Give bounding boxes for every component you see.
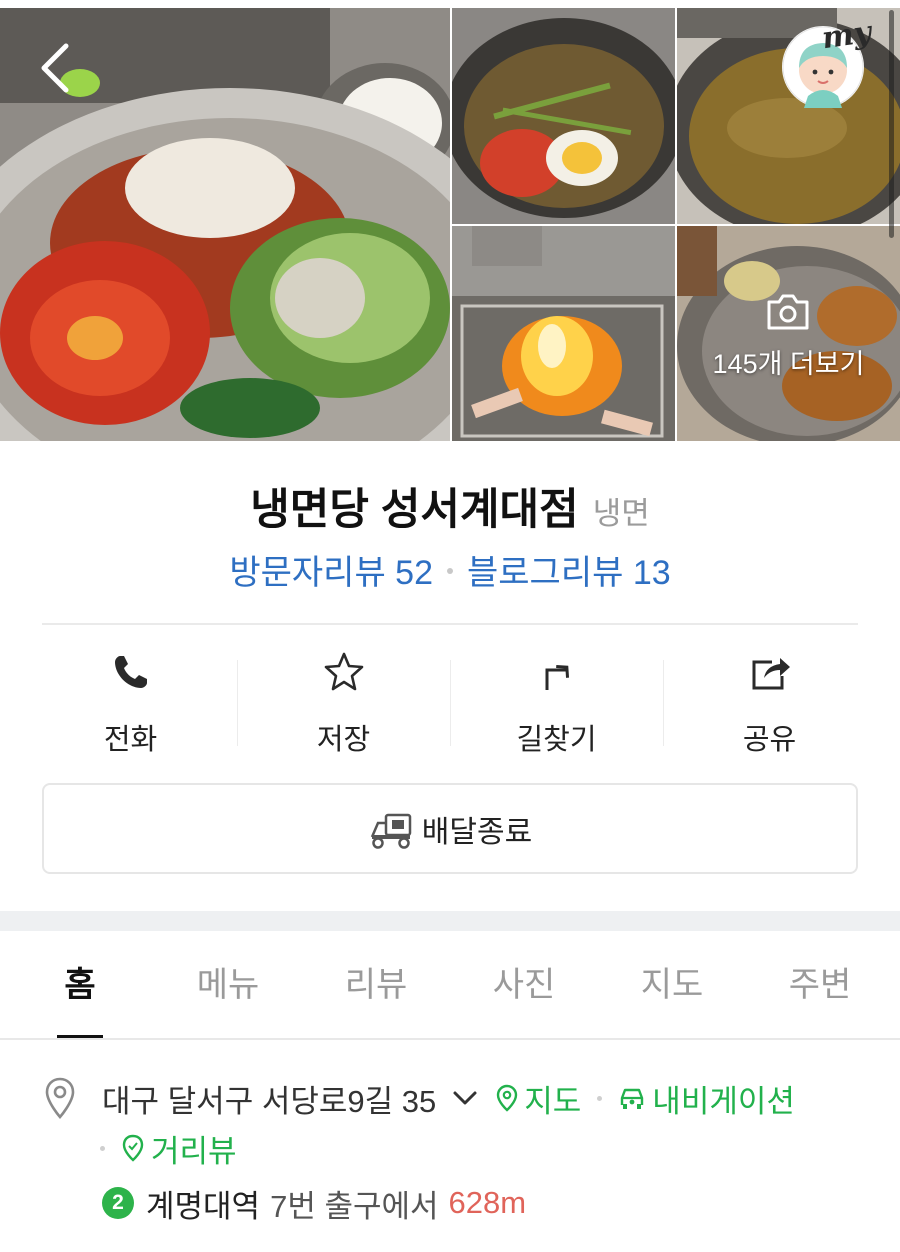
delivery-label: 배달종료 [421,815,533,849]
tab-menu[interactable]: 메뉴 [154,931,302,1039]
directions-button[interactable]: 길찾기 [450,650,663,756]
tab-reviews[interactable]: 리뷰 [302,931,450,1039]
star-icon [324,652,363,691]
blog-review-link[interactable]: 블로그리뷰 13 [467,554,671,592]
scrollbar[interactable] [889,10,894,238]
separator-dot [447,568,453,575]
chevron-down-icon[interactable] [452,1089,478,1107]
place-name: 냉면당 성서계대점 [250,486,579,534]
directions-icon [545,664,569,690]
street-view-label: 거리뷰 [151,1133,237,1169]
more-photos-button[interactable]: 145개 더보기 [677,226,900,441]
tab-map[interactable]: 지도 [598,931,746,1039]
photo-gallery: my 145개 더보기 [0,0,900,441]
save-label: 저장 [316,724,371,756]
directions-label: 길찾기 [516,724,597,756]
place-title-row: 냉면당 성서계대점 냉면 [0,475,900,537]
address-row-2: 거리뷰 [100,1126,237,1171]
navigation-link-label: 내비게이션 [652,1083,795,1119]
call-button[interactable]: 전화 [24,650,237,756]
save-button[interactable]: 저장 [237,650,450,756]
map-pin-icon [497,1084,518,1112]
call-label: 전화 [103,724,158,756]
review-links: 방문자리뷰 52 블로그리뷰 13 [0,545,900,594]
tab-bar: 홈 메뉴 리뷰 사진 지도 주변 [6,931,894,1039]
tab-photos[interactable]: 사진 [450,931,598,1039]
delivery-button[interactable]: 배달종료 [42,783,858,874]
action-bar: 전화 저장 길찾기 공유 [24,650,876,756]
more-photos-label: 145개 더보기 [712,349,865,379]
phone-icon [114,656,147,688]
tab-divider [0,1038,900,1040]
share-label: 공유 [742,724,797,756]
navigation-link[interactable]: 내비게이션 [618,1076,795,1121]
chevron-left-icon [41,43,69,93]
delivery-scooter-icon [370,813,412,849]
divider [42,623,858,625]
separator-dot [597,1095,603,1101]
share-button[interactable]: 공유 [663,650,876,756]
car-icon [621,1088,644,1109]
subway-line-badge: 2 [102,1187,134,1219]
back-button[interactable] [30,38,86,98]
tab-home[interactable]: 홈 [6,931,154,1039]
share-icon [752,658,790,690]
subway-info: 2 계명대역 7번 출구에서 628m [102,1183,527,1224]
subway-exit: 7번 출구에서 [270,1188,439,1224]
map-pin-icon [45,1077,75,1119]
map-link[interactable]: 지도 [496,1076,581,1121]
place-category: 냉면 [592,496,650,531]
camera-icon [767,294,809,330]
visitor-review-link[interactable]: 방문자리뷰 52 [229,554,433,592]
address-row: 대구 달서구 서당로9길 35 지도 내비게이션 [102,1076,795,1120]
subway-station: 계명대역 [146,1188,261,1224]
photo-grill[interactable] [452,226,675,441]
address-text: 대구 달서구 서당로9길 35 [102,1083,437,1119]
section-separator [0,911,900,931]
tab-nearby[interactable]: 주변 [746,931,894,1039]
my-label: my [819,14,874,57]
map-link-label: 지도 [524,1083,582,1119]
photo-noodles[interactable] [452,8,675,224]
separator-dot [100,1145,105,1151]
street-view-pin-icon [122,1134,144,1162]
street-view-link[interactable]: 거리뷰 [121,1126,237,1171]
subway-distance: 628m [448,1185,527,1220]
